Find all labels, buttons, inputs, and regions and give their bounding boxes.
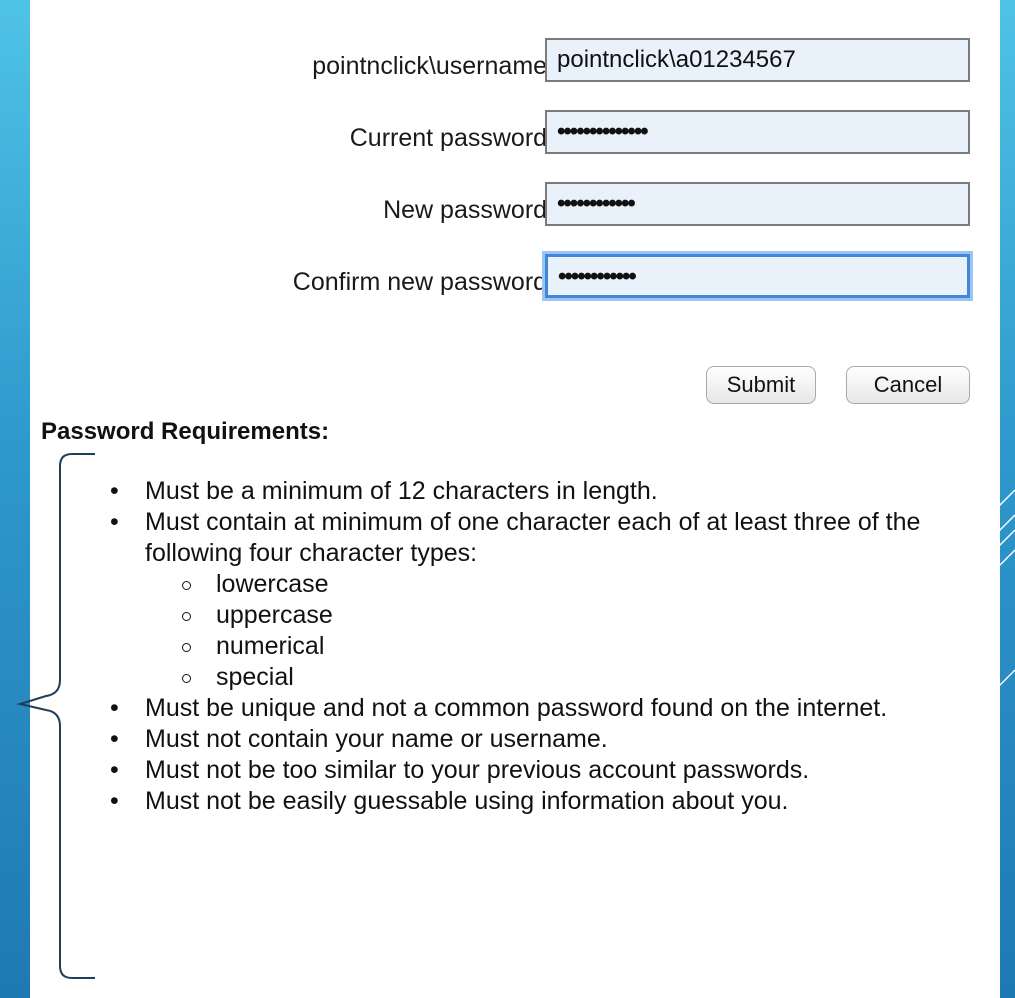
character-type-item: lowercase bbox=[145, 569, 1000, 600]
confirm-password-field[interactable]: •••••••••••• bbox=[545, 254, 970, 298]
new-password-label: New password: bbox=[383, 196, 554, 224]
requirement-item: Must contain at minimum of one character… bbox=[100, 507, 1000, 693]
current-password-field[interactable]: •••••••••••••• bbox=[545, 110, 970, 154]
character-type-item: numerical bbox=[145, 631, 1000, 662]
new-password-field[interactable]: •••••••••••• bbox=[545, 182, 970, 226]
current-password-label: Current password: bbox=[349, 124, 554, 152]
requirement-item-text: Must contain at minimum of one character… bbox=[145, 508, 921, 567]
character-types-list: lowercase uppercase numerical special bbox=[145, 569, 1000, 693]
requirement-item: Must be unique and not a common password… bbox=[100, 693, 1000, 724]
requirement-item: Must not be too similar to your previous… bbox=[100, 755, 1000, 786]
requirements-title: Password Requirements: bbox=[41, 418, 330, 445]
requirement-item: Must not contain your name or username. bbox=[100, 724, 1000, 755]
cancel-button[interactable]: Cancel bbox=[846, 366, 970, 404]
character-type-item: special bbox=[145, 662, 1000, 693]
requirements-list: Must be a minimum of 12 characters in le… bbox=[100, 476, 1000, 817]
submit-button[interactable]: Submit bbox=[706, 366, 816, 404]
username-field[interactable]: pointnclick\a01234567 bbox=[545, 38, 970, 82]
bracket-brace bbox=[16, 453, 95, 979]
requirement-item: Must be a minimum of 12 characters in le… bbox=[100, 476, 1000, 507]
change-password-panel: pointnclick\username: pointnclick\a01234… bbox=[16, 0, 1000, 998]
confirm-password-label: Confirm new password: bbox=[292, 268, 554, 296]
requirement-item: Must not be easily guessable using infor… bbox=[100, 786, 1000, 817]
username-label: pointnclick\username: bbox=[312, 52, 554, 80]
character-type-item: uppercase bbox=[145, 600, 1000, 631]
